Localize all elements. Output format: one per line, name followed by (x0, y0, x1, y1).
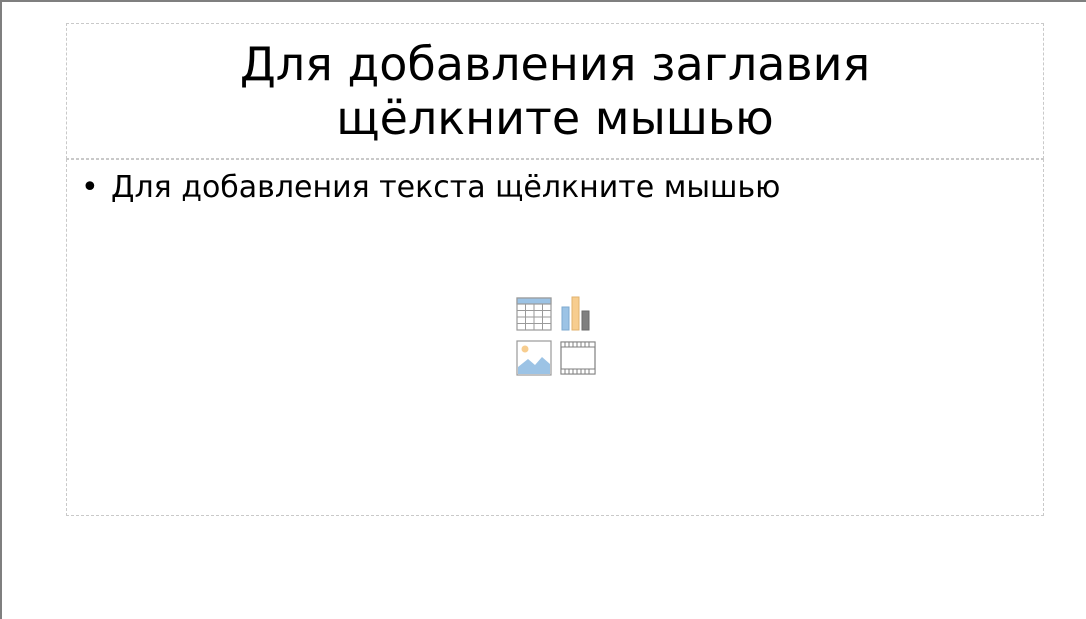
content-placeholder-text: Для добавления текста щёлкните мышью (111, 170, 781, 205)
insert-content-icons (515, 295, 597, 377)
content-placeholder[interactable]: • Для добавления текста щёлкните мышью (66, 159, 1044, 516)
content-placeholder-line: • Для добавления текста щёлкните мышью (81, 168, 780, 208)
title-placeholder-text: Для добавления заглавия щёлкните мышью (239, 37, 871, 145)
slide-canvas[interactable]: Для добавления заглавия щёлкните мышью •… (0, 0, 1086, 619)
insert-image-icon[interactable] (515, 339, 553, 377)
insert-video-icon[interactable] (559, 339, 597, 377)
bullet-marker: • (81, 170, 99, 205)
insert-table-icon[interactable] (515, 295, 553, 333)
insert-chart-icon[interactable] (559, 295, 597, 333)
title-placeholder[interactable]: Для добавления заглавия щёлкните мышью (66, 23, 1044, 159)
